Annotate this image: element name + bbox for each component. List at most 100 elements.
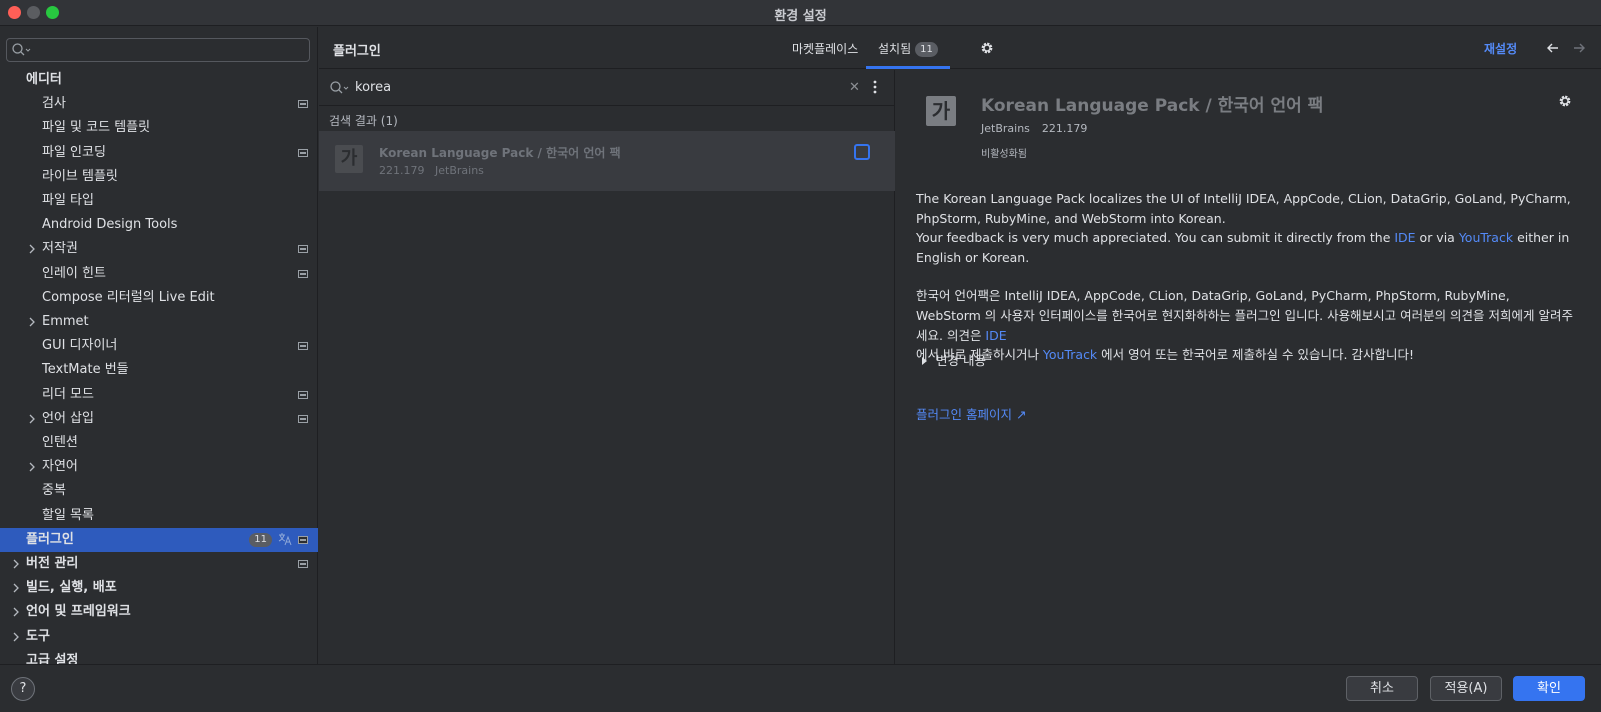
chevron-right-icon[interactable]: [11, 583, 21, 593]
sidebar-item-label: Android Design Tools: [42, 217, 178, 232]
sidebar-item-label: 에디터: [26, 72, 62, 87]
project-scope-icon: [298, 149, 308, 157]
sidebar-item-label: 인텐션: [42, 435, 78, 450]
project-scope-icon: [298, 342, 308, 350]
sidebar-item[interactable]: 빌드, 실행, 배포: [0, 576, 318, 600]
description-text: Your feedback is very much appreciated. …: [916, 230, 1395, 246]
expand-triangle-icon: [922, 357, 927, 365]
sidebar-item-label: 인레이 힌트: [42, 266, 106, 281]
sidebar-item[interactable]: 인텐션: [0, 431, 318, 455]
project-scope-icon: [298, 245, 308, 253]
cancel-button[interactable]: 취소: [1346, 676, 1418, 701]
sidebar-item[interactable]: Compose 리터럴의 Live Edit: [0, 286, 318, 310]
installed-count-badge: 11: [915, 42, 938, 57]
project-scope-icon: [298, 560, 308, 568]
youtrack-link[interactable]: YouTrack: [1459, 230, 1513, 245]
sidebar-item[interactable]: 라이브 템플릿: [0, 165, 318, 189]
sidebar-item[interactable]: 플러그인 11: [0, 528, 318, 552]
chevron-right-icon[interactable]: [11, 607, 21, 617]
sidebar-item-label: Compose 리터럴의 Live Edit: [42, 290, 215, 305]
sidebar-item[interactable]: 할일 목록: [0, 504, 318, 528]
sidebar-item[interactable]: 자연어: [0, 455, 318, 479]
search-icon: [12, 43, 31, 56]
sidebar-item[interactable]: 리더 모드: [0, 383, 318, 407]
chevron-right-icon[interactable]: [11, 559, 21, 569]
sidebar-item-label: 저작권: [42, 241, 78, 256]
apply-button[interactable]: 적용(A): [1430, 676, 1502, 701]
sidebar-item-label: 파일 인코딩: [42, 145, 106, 160]
sidebar-item-label: TextMate 번들: [42, 362, 129, 377]
chevron-right-icon[interactable]: [27, 462, 37, 472]
sidebar-item-label: 도구: [26, 629, 50, 644]
arrow-left-icon[interactable]: [1545, 40, 1561, 56]
chevron-right-icon[interactable]: [27, 244, 37, 254]
plugin-enable-checkbox[interactable]: [854, 144, 870, 160]
settings-sidebar: 에디터검사파일 및 코드 템플릿파일 인코딩라이브 템플릿파일 타입 Androi…: [0, 27, 318, 668]
sidebar-item[interactable]: GUI 디자이너: [0, 334, 318, 358]
plugin-name: Korean Language Pack / 한국어 언어 팩: [379, 146, 621, 160]
more-options-icon[interactable]: [873, 80, 877, 94]
description-text: or via: [1415, 230, 1459, 246]
change-notes-toggle[interactable]: 변경 내용: [922, 350, 986, 369]
plugin-count-badge: 11: [249, 533, 272, 547]
project-scope-icon: [298, 100, 308, 108]
sidebar-item[interactable]: 언어 삽입: [0, 407, 318, 431]
gear-icon[interactable]: [1557, 93, 1573, 109]
plugin-list-item[interactable]: 가 Korean Language Pack / 한국어 언어 팩 221.17…: [319, 131, 895, 191]
plugin-version: 221.179: [379, 164, 425, 177]
chevron-right-icon[interactable]: [27, 414, 37, 424]
plugin-homepage-link[interactable]: 플러그인 홈페이지 ↗: [916, 404, 1026, 423]
sidebar-item-label: 자연어: [42, 459, 78, 474]
reset-link[interactable]: 재설정: [1484, 40, 1517, 57]
arrow-right-icon[interactable]: [1571, 40, 1587, 56]
sidebar-item-label: Emmet: [42, 314, 89, 329]
plugin-meta: 221.179 JetBrains: [379, 164, 484, 177]
plugin-detail-meta: JetBrains 221.179: [981, 122, 1087, 135]
sidebar-item[interactable]: 언어 및 프레임워크: [0, 600, 318, 624]
tab-marketplace[interactable]: 마켓플레이스: [792, 27, 858, 69]
sidebar-item[interactable]: Android Design Tools: [0, 213, 318, 237]
sidebar-item[interactable]: 도구: [0, 625, 318, 649]
sidebar-item-label: GUI 디자이너: [42, 338, 118, 353]
sidebar-item[interactable]: 저작권: [0, 237, 318, 261]
sidebar-item-label: 플러그인: [26, 532, 74, 547]
sidebar-search-input[interactable]: [6, 38, 310, 62]
page-title: 플러그인: [333, 44, 381, 59]
sidebar-item-label: 파일 타입: [42, 193, 94, 208]
plugin-status: 비활성화됨: [981, 149, 1027, 160]
plugin-detail-version: 221.179: [1041, 122, 1088, 135]
sidebar-item[interactable]: 버전 관리: [0, 552, 318, 576]
sidebar-item[interactable]: 검사: [0, 92, 318, 116]
sidebar-item[interactable]: 에디터: [0, 68, 318, 92]
plugin-detail-name: Korean Language Pack / 한국어 언어 팩: [981, 96, 1324, 116]
description-text: 에서 영어 또는 한국어로 제출하실 수 있습니다. 감사합니다!: [1097, 347, 1414, 363]
sidebar-item[interactable]: Emmet: [0, 310, 318, 334]
ok-button[interactable]: 확인: [1513, 676, 1585, 701]
translate-icon: [278, 533, 292, 546]
sidebar-item[interactable]: 파일 인코딩: [0, 141, 318, 165]
search-results-label: 검색 결과 (1): [329, 114, 398, 128]
sidebar-item[interactable]: 파일 타입: [0, 189, 318, 213]
sidebar-item[interactable]: 중복: [0, 479, 318, 503]
chevron-right-icon[interactable]: [27, 317, 37, 327]
plugin-search-query[interactable]: korea: [355, 80, 391, 95]
help-button[interactable]: ?: [11, 677, 35, 701]
sidebar-item[interactable]: 파일 및 코드 템플릿: [0, 116, 318, 140]
project-scope-icon: [298, 415, 308, 423]
plugin-search-field[interactable]: korea ✕: [319, 70, 895, 106]
clear-search-icon[interactable]: ✕: [849, 80, 860, 95]
ide-link[interactable]: IDE: [985, 328, 1006, 343]
description-english: The Korean Language Pack localizes the U…: [916, 189, 1576, 267]
youtrack-link[interactable]: YouTrack: [1043, 347, 1097, 362]
sidebar-item-label: 파일 및 코드 템플릿: [42, 120, 151, 135]
chevron-right-icon[interactable]: [11, 632, 21, 642]
ide-link[interactable]: IDE: [1394, 230, 1415, 245]
tab-installed[interactable]: 설치됨 11: [866, 27, 950, 69]
plugins-header: 플러그인 마켓플레이스 설치됨 11 재설정: [319, 27, 1601, 69]
search-icon: [330, 81, 349, 94]
gear-icon[interactable]: [979, 40, 995, 56]
sidebar-item[interactable]: TextMate 번들: [0, 358, 318, 382]
sidebar-item[interactable]: 인레이 힌트: [0, 262, 318, 286]
project-scope-icon: [298, 536, 308, 544]
plugin-detail-vendor: JetBrains: [981, 122, 1030, 135]
